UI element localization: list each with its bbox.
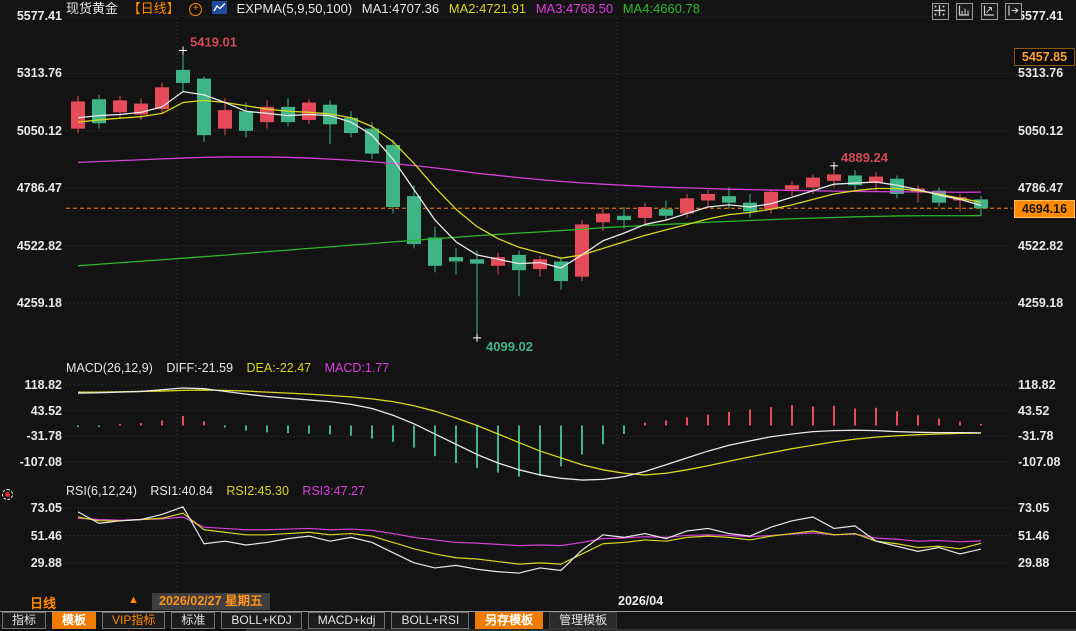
axis-tick-label: -107.08 bbox=[1018, 455, 1061, 469]
toolbar-item-2[interactable]: VIP指标 bbox=[102, 612, 166, 629]
axis-tick-label: 5577.41 bbox=[1018, 9, 1064, 23]
svg-text:4099.02: 4099.02 bbox=[486, 339, 533, 354]
svg-text:5419.01: 5419.01 bbox=[190, 34, 237, 49]
axis-tick-label: 118.82 bbox=[24, 378, 62, 392]
axis-tick-label: 29.88 bbox=[30, 556, 62, 570]
axis-tick-label: -31.78 bbox=[1018, 429, 1054, 444]
circle-plus-icon[interactable]: + bbox=[189, 3, 203, 17]
candles-group bbox=[71, 50, 988, 338]
triangle-up-icon[interactable]: ▲ bbox=[128, 594, 139, 606]
popout-icon[interactable] bbox=[1005, 3, 1022, 20]
macd-header: MACD(26,12,9) DIFF:-21.59 DEA:-22.47 MAC… bbox=[66, 361, 399, 376]
toolbar-item-8[interactable]: 管理模板 bbox=[549, 612, 618, 629]
axis-tick-label: 4522.82 bbox=[16, 238, 62, 253]
toolbar-item-3[interactable]: 标准 bbox=[171, 612, 216, 629]
axis-tick-label: 5313.76 bbox=[1018, 66, 1064, 81]
rsi-title: RSI(6,12,24) bbox=[66, 484, 137, 498]
axis-tick-label: 4786.47 bbox=[1018, 181, 1064, 196]
ma4-value: MA4:4660.78 bbox=[622, 1, 701, 16]
axis-tick-label: 118.82 bbox=[1018, 378, 1056, 392]
axis-tick-label: 4259.18 bbox=[1018, 296, 1064, 310]
period-selector[interactable]: 日线 bbox=[30, 593, 56, 612]
ma1-value: MA1:4707.36 bbox=[361, 1, 440, 16]
axis-tick-label: 43.52 bbox=[30, 403, 62, 418]
axis-tick-label: 5050.12 bbox=[16, 123, 62, 138]
chart-tools-icon[interactable] bbox=[980, 3, 998, 20]
toolbar-item-0[interactable]: 指标 bbox=[2, 612, 47, 629]
month-tick-label: 2026/04 bbox=[618, 594, 664, 608]
axis-tick-label: 43.52 bbox=[1018, 403, 1050, 418]
time-axis: 日线 ▲ 2026/02/27 星期五 2026/04 bbox=[0, 593, 1076, 611]
symbol-name: 现货黄金 bbox=[66, 1, 119, 16]
chart-app: { "header": { "symbol": "现货黄金", "period"… bbox=[0, 0, 1076, 631]
indicator-name: EXPMA(5,9,50,100) bbox=[236, 1, 353, 16]
macd-diff-value: DIFF:-21.59 bbox=[166, 361, 234, 375]
axis-tick-label: 51.46 bbox=[30, 528, 62, 543]
axis-tick-label: 4786.47 bbox=[16, 181, 62, 196]
header-toolbar bbox=[929, 3, 1022, 21]
axis-tick-label: 29.88 bbox=[1018, 556, 1050, 570]
ma2-value: MA2:4721.91 bbox=[448, 1, 527, 16]
axis-tick-label: 5577.41 bbox=[16, 9, 62, 23]
crosshair-icon[interactable] bbox=[931, 3, 949, 20]
toolbar-item-4[interactable]: BOLL+KDJ bbox=[221, 612, 302, 629]
chart-header: 现货黄金 【日线】 + EXPMA(5,9,50,100) MA1:4707.3… bbox=[66, 1, 706, 17]
price-tag-high: 5457.85 bbox=[1014, 48, 1075, 66]
record-dot-icon[interactable] bbox=[2, 489, 13, 500]
ma3-value: MA3:4768.50 bbox=[535, 1, 614, 16]
chart-type-icon[interactable] bbox=[211, 1, 227, 18]
toolbar-item-7[interactable]: 另存模板 bbox=[475, 612, 544, 629]
axis-tick-label: 4259.18 bbox=[16, 296, 62, 310]
axis-tick-label: 73.05 bbox=[1018, 501, 1050, 515]
period-tag[interactable]: 【日线】 bbox=[128, 1, 180, 16]
svg-text:4889.24: 4889.24 bbox=[841, 150, 889, 165]
rsi3-value: RSI3:47.27 bbox=[302, 484, 365, 498]
macd-title: MACD(26,12,9) bbox=[66, 361, 153, 375]
axis-tick-label: -31.78 bbox=[26, 429, 62, 444]
crosshair-date-label: 2026/02/27 星期五 bbox=[152, 593, 270, 610]
toolbar-item-5[interactable]: MACD+kdj bbox=[307, 612, 386, 629]
axis-tick-label: -107.08 bbox=[19, 455, 62, 469]
axis-tick-label: 73.05 bbox=[30, 501, 62, 515]
toolbar-item-6[interactable]: BOLL+RSI bbox=[391, 612, 470, 629]
rsi2-value: RSI2:45.30 bbox=[226, 484, 289, 498]
axis-scale-icon[interactable] bbox=[956, 3, 974, 20]
rsi1-value: RSI1:40.84 bbox=[150, 484, 213, 498]
macd-macd-value: MACD:1.77 bbox=[324, 361, 390, 375]
price-tag-current: 4694.16 bbox=[1014, 200, 1075, 218]
toolbar-item-1[interactable]: 模板 bbox=[52, 612, 97, 629]
axis-tick-label: 51.46 bbox=[1018, 528, 1050, 543]
bottom-toolbar: 指标 模板 VIP指标 标准 BOLL+KDJ MACD+kdj BOLL+RSI 另存模板管… bbox=[0, 611, 1076, 629]
axis-tick-label: 4522.82 bbox=[1018, 238, 1064, 253]
axis-tick-label: 5050.12 bbox=[1018, 123, 1064, 138]
rsi-header: RSI(6,12,24) RSI1:40.84 RSI2:45.30 RSI3:… bbox=[66, 484, 375, 499]
macd-dea-value: DEA:-22.47 bbox=[246, 361, 312, 375]
axis-tick-label: 5313.76 bbox=[16, 66, 62, 81]
